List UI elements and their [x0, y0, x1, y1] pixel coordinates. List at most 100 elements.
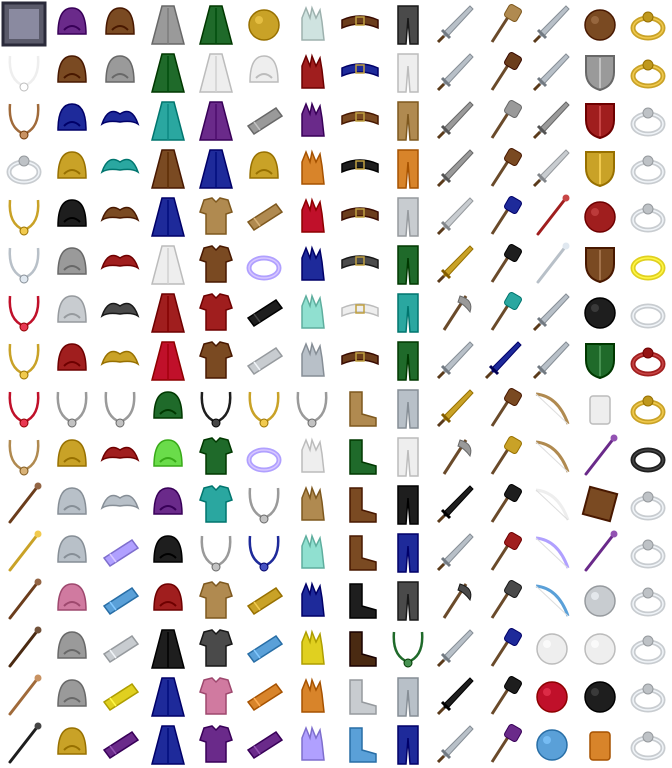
tan-boots-icon: [336, 384, 384, 432]
green-greaves-icon-art: [397, 341, 419, 381]
trident-staff-icon-art: [8, 530, 42, 572]
green-cloak-icon-art: [151, 53, 185, 93]
sapphire-ring-icon: [624, 576, 672, 624]
steel-greaves-icon-art: [397, 389, 419, 429]
blue-claws-icon: [288, 576, 336, 624]
crimson-ring-icon-art: [630, 731, 666, 761]
bird-amulet-icon-art: [8, 55, 40, 92]
stein-icon: [576, 384, 624, 432]
red-ring-icon: [624, 336, 672, 384]
purple-cape-icon: [144, 480, 192, 528]
steel-gauntlets-icon: [288, 336, 336, 384]
blue-hammer-icon: [480, 624, 528, 672]
silver-bracer-icon-art: [102, 634, 140, 664]
blue-chain-hood-icon: [240, 528, 288, 576]
dark-hammer-icon-art: [490, 676, 522, 715]
blue-horn-icon-art: [246, 634, 284, 664]
white-robe-icon: [192, 48, 240, 96]
tan-tunic-icon-art: [199, 197, 233, 235]
white-belt-icon: [336, 288, 384, 336]
lilac-bracer-icon: [96, 528, 144, 576]
black-orb-icon: [576, 288, 624, 336]
red-cape-icon-art: [153, 583, 183, 611]
black-boots-icon: [336, 576, 384, 624]
studded-belt-icon-art: [341, 351, 379, 366]
white-gauntlets-icon-art: [301, 437, 325, 473]
leather-boots-icon: [336, 528, 384, 576]
crystal-orb-icon: [576, 576, 624, 624]
visor-helm-icon-art: [57, 535, 87, 563]
red-pauldrons-icon-art: [100, 254, 140, 270]
gold-chain-icon-art: [8, 199, 40, 236]
yellow-bracer-icon-art: [102, 682, 140, 712]
black-cape-icon-art: [153, 535, 183, 563]
blue-greaves-icon: [384, 528, 432, 576]
wide-hat-icon: [48, 240, 96, 288]
recurve-bow-icon-art: [535, 440, 570, 473]
dark-blade-icon: [432, 672, 480, 720]
crimson-gloves-icon: [288, 192, 336, 240]
red-hammer-icon-art: [490, 532, 522, 571]
wood-shield-icon-art: [585, 247, 615, 284]
crystal-gem-icon: [528, 624, 576, 672]
red-tunic-icon: [192, 288, 240, 336]
thin-staff-icon: [0, 672, 48, 720]
blue-circlet-icon-art: [57, 103, 87, 131]
dark-belt-icon-art: [341, 255, 379, 270]
purple-gloves-icon: [288, 96, 336, 144]
dark-carapace-icon-art: [199, 629, 233, 667]
thin-sword-icon: [432, 336, 480, 384]
grey-trousers-icon-art: [397, 5, 419, 45]
spear-icon: [528, 240, 576, 288]
red-spear-icon: [528, 192, 576, 240]
silver-crown-ring-icon: [624, 96, 672, 144]
silver-greaves-icon: [384, 192, 432, 240]
steel-helm-icon-art: [57, 487, 87, 515]
leather-vest-icon-art: [199, 341, 233, 379]
white-bow-icon-art: [535, 488, 570, 521]
green-shield-icon-art: [585, 343, 615, 380]
studded-belt-icon: [336, 336, 384, 384]
brown-cape-icon: [96, 0, 144, 48]
wave-sword-icon: [432, 528, 480, 576]
violet-scepter-icon-art: [584, 530, 618, 572]
black-hood-icon: [48, 192, 96, 240]
orange-gloves-icon: [288, 144, 336, 192]
violet-bracer-icon-art: [102, 730, 140, 760]
thin-staff-icon-art: [8, 674, 42, 716]
trident-staff-icon: [0, 528, 48, 576]
silver-band-icon: [624, 288, 672, 336]
blue-belt-icon: [336, 48, 384, 96]
crimson-gloves-icon-art: [301, 197, 325, 233]
grey-cape-icon: [96, 48, 144, 96]
spellbook-icon-art: [581, 485, 619, 523]
blue-plate-legs-icon: [384, 720, 432, 768]
dark-belt-icon: [336, 240, 384, 288]
black-robe-icon-art: [151, 629, 185, 669]
leather-belt-icon-art: [341, 207, 379, 222]
mint-claws-icon: [288, 528, 336, 576]
kite-shield-icon-art: [585, 55, 615, 92]
white-greaves-icon-art: [397, 437, 419, 477]
brown-boots-icon-art: [349, 487, 377, 523]
black-hammer-icon-art: [490, 484, 522, 523]
green-chain-legs-icon-art: [392, 631, 424, 668]
teal-pauldrons-icon-art: [100, 158, 140, 174]
pearl-circlet-icon: [240, 48, 288, 96]
teal-scale-icon-art: [199, 485, 233, 523]
dark-hammer-icon: [480, 672, 528, 720]
yellow-claws-icon-art: [301, 629, 325, 665]
plumed-helm-icon-art: [57, 583, 87, 611]
yellow-trousers-icon: [384, 96, 432, 144]
mint-gauntlets-icon: [288, 288, 336, 336]
chain-shirt-icon-art: [200, 391, 232, 428]
gold-sword-icon: [432, 384, 480, 432]
wide-sword-icon: [528, 336, 576, 384]
blue-plate-legs-icon-art: [397, 725, 419, 765]
amethyst-ring-icon-art: [630, 155, 666, 185]
gold-crown-icon: [48, 144, 96, 192]
blue-belt-icon-art: [341, 63, 379, 78]
gold-hammer-icon: [480, 432, 528, 480]
cloth-cap-icon: [48, 288, 96, 336]
bronze-orb-icon: [576, 0, 624, 48]
